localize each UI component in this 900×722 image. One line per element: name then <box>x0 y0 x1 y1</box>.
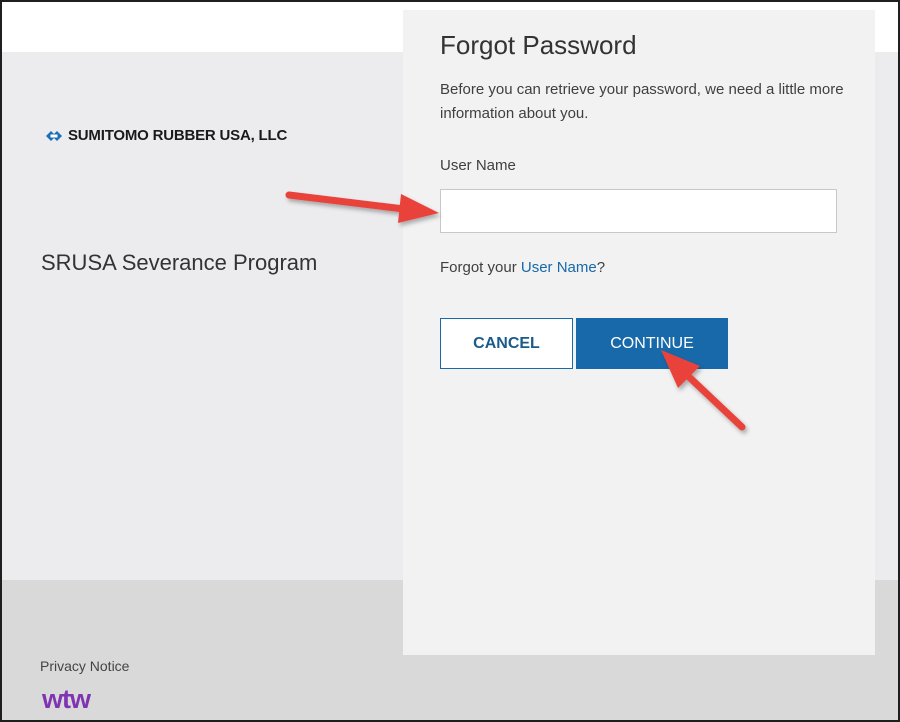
wtw-logo: wtw <box>42 684 91 714</box>
page-title: Forgot Password <box>440 30 637 60</box>
cancel-button[interactable]: CANCEL <box>440 318 573 369</box>
forgot-username-link[interactable]: User Name <box>521 259 597 276</box>
forgot-suffix: ? <box>596 259 606 276</box>
diamond-logo-icon <box>46 130 62 141</box>
privacy-notice-link[interactable]: Privacy Notice <box>40 658 129 674</box>
program-title: SRUSA Severance Program <box>41 250 318 275</box>
page-frame: SUMITOMO RUBBER USA, LLC SRUSA Severance… <box>0 0 900 722</box>
username-input[interactable] <box>440 189 837 233</box>
company-logo: SUMITOMO RUBBER USA, LLC <box>46 127 287 144</box>
forgot-password-card: Forgot Password Before you can retrieve … <box>403 10 875 655</box>
username-label: User Name <box>440 157 516 174</box>
forgot-prefix: Forgot your <box>440 259 521 276</box>
forgot-username-text: Forgot your User Name? <box>440 259 605 276</box>
company-name: SUMITOMO RUBBER USA, LLC <box>68 127 288 144</box>
instructions-text: Before you can retrieve your password, w… <box>440 81 844 122</box>
continue-button[interactable]: CONTINUE <box>576 318 728 369</box>
